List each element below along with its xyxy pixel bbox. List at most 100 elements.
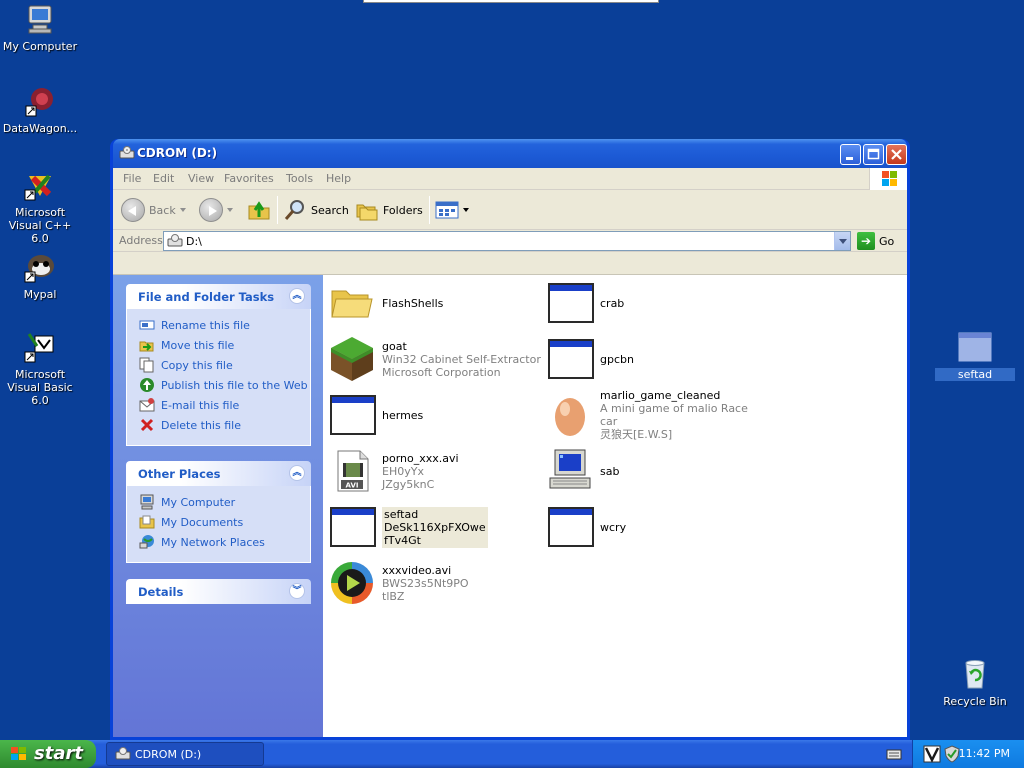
panel-body: Rename this file Move this file Copy thi… — [126, 309, 311, 446]
computer-icon — [23, 2, 57, 36]
forward-arrow-icon — [199, 198, 223, 222]
file-description: A mini game of malio Race car — [600, 402, 748, 428]
delete-x-icon — [139, 417, 155, 433]
panel-header[interactable]: Other Places ︽ — [126, 461, 311, 486]
search-icon — [284, 200, 304, 220]
address-bar: Address D:\ ➔ Go — [113, 230, 907, 252]
move-file-icon — [139, 337, 155, 353]
file-item-gpcbn[interactable]: gpcbn — [546, 335, 762, 383]
place-my-network-places[interactable]: My Network Places — [139, 532, 310, 552]
windows-logo-icon — [869, 168, 907, 190]
file-item-sab[interactable]: sab — [546, 447, 762, 495]
folder-icon — [328, 279, 376, 327]
copy-file-icon — [139, 357, 155, 373]
back-button[interactable]: Back — [121, 196, 186, 224]
explorer-window: CDROM (D:) File Edit View Favorites Tool… — [110, 139, 910, 740]
desktop-icon-visual-basic[interactable]: Microsoft Visual Basic 6.0 — [0, 330, 80, 407]
menu-file[interactable]: File — [123, 172, 141, 185]
file-item-xxxvideo-avi[interactable]: xxxvideo.avi BWS23s5Nt9PO tlBZ — [328, 559, 544, 607]
visual-cpp-icon — [23, 168, 57, 202]
title-bar[interactable]: CDROM (D:) — [113, 139, 907, 168]
place-my-documents[interactable]: My Documents — [139, 512, 310, 532]
panel-title: File and Folder Tasks — [138, 290, 275, 304]
address-input[interactable]: D:\ — [163, 231, 851, 251]
menu-edit[interactable]: Edit — [153, 172, 174, 185]
task-publish-web[interactable]: Publish this file to the Web — [139, 375, 310, 395]
forward-dropdown-icon[interactable] — [227, 208, 233, 212]
task-label: Delete this file — [161, 418, 241, 432]
file-item-crab[interactable]: crab — [546, 279, 762, 327]
email-icon — [139, 397, 155, 413]
views-dropdown-icon[interactable] — [463, 208, 469, 212]
file-detail-line: DeSk116XpFXOwe — [384, 520, 486, 534]
task-label: Copy this file — [161, 358, 233, 372]
file-item-wcry[interactable]: wcry — [546, 503, 762, 551]
expand-chevron-icon[interactable]: ︾ — [289, 583, 305, 599]
file-item-flashshells[interactable]: FlashShells — [328, 279, 544, 327]
file-name: sab — [600, 464, 620, 478]
up-folder-button[interactable] — [247, 196, 271, 224]
file-name: hermes — [382, 408, 424, 422]
taskbar-window-button[interactable]: CDROM (D:) — [106, 742, 264, 766]
desktop-icon-label: Microsoft Visual C++ 6.0 — [8, 206, 72, 245]
collapse-chevron-icon[interactable]: ︽ — [289, 288, 305, 304]
panel-header[interactable]: File and Folder Tasks ︽ — [126, 284, 311, 309]
task-pane: File and Folder Tasks ︽ Rename this file… — [113, 275, 323, 737]
task-copy-file[interactable]: Copy this file — [139, 355, 310, 375]
documents-folder-icon — [139, 514, 155, 530]
go-button[interactable]: ➔ Go — [857, 232, 894, 250]
folders-button[interactable]: Folders — [355, 196, 423, 224]
desktop-icon-mypal[interactable]: Mypal — [0, 250, 80, 301]
collapse-chevron-icon[interactable]: ︽ — [289, 465, 305, 481]
desktop-icon-seftad[interactable]: seftad — [935, 330, 1015, 381]
file-company: 灵狼天[E.W.S] — [600, 428, 673, 441]
place-my-computer[interactable]: My Computer — [139, 492, 310, 512]
desktop-icon-label: My Computer — [2, 40, 78, 53]
desktop-icon-recycle-bin[interactable]: Recycle Bin — [935, 657, 1015, 708]
details-panel: Details ︾ — [126, 579, 311, 604]
desktop-icon-my-computer[interactable]: My Computer — [0, 2, 80, 53]
file-item-marlio-game-cleaned[interactable]: marlio_game_cleaned A mini game of malio… — [546, 389, 762, 441]
task-rename-file[interactable]: Rename this file — [139, 315, 310, 335]
menu-favorites[interactable]: Favorites — [224, 172, 274, 185]
close-button[interactable] — [886, 144, 907, 165]
svg-text:AVI: AVI — [346, 482, 359, 490]
task-move-file[interactable]: Move this file — [139, 335, 310, 355]
application-window-icon — [328, 503, 376, 551]
search-button[interactable]: Search — [283, 196, 349, 224]
top-window-strip — [363, 0, 659, 3]
file-name: gpcbn — [600, 352, 634, 366]
file-detail-line: tlBZ — [382, 589, 405, 603]
tray-app-icon[interactable] — [923, 745, 941, 766]
place-label: My Computer — [161, 495, 236, 509]
grass-block-icon — [328, 335, 376, 383]
task-email-file[interactable]: E-mail this file — [139, 395, 310, 415]
minimize-button[interactable] — [840, 144, 861, 165]
start-button[interactable]: start — [0, 740, 96, 768]
start-label: start — [34, 743, 83, 764]
clock[interactable]: 11:42 PM — [959, 747, 1010, 760]
views-button[interactable] — [435, 196, 469, 224]
panel-title: Other Places — [138, 467, 221, 481]
address-dropdown-icon[interactable] — [834, 232, 850, 250]
task-delete-file[interactable]: Delete this file — [139, 415, 310, 435]
menu-view[interactable]: View — [188, 172, 214, 185]
file-item-porno-xxx-avi[interactable]: AVI porno_xxx.avi EH0yYx JZgy5knC — [328, 447, 544, 495]
file-item-hermes[interactable]: hermes — [328, 391, 544, 439]
file-item-seftad[interactable]: seftad DeSk116XpFXOwe fTv4Gt — [328, 503, 544, 551]
file-name: marlio_game_cleaned — [600, 389, 721, 402]
maximize-button[interactable] — [863, 144, 884, 165]
desktop-icon-visual-cpp[interactable]: Microsoft Visual C++ 6.0 — [0, 168, 80, 245]
panel-header[interactable]: Details ︾ — [126, 579, 311, 604]
toolbar-separator — [277, 196, 278, 224]
file-item-goat[interactable]: goat Win32 Cabinet Self-Extractor Micros… — [328, 335, 544, 383]
menu-tools[interactable]: Tools — [286, 172, 313, 185]
file-name: wcry — [600, 520, 627, 534]
cdrom-drive-icon — [115, 747, 131, 760]
keyboard-icon[interactable] — [886, 747, 902, 764]
back-dropdown-icon[interactable] — [179, 208, 186, 212]
desktop-icon-datawagon[interactable]: DataWagon... — [0, 84, 80, 135]
avi-video-file-icon: AVI — [328, 447, 376, 495]
menu-help[interactable]: Help — [326, 172, 351, 185]
forward-button[interactable] — [199, 196, 233, 224]
